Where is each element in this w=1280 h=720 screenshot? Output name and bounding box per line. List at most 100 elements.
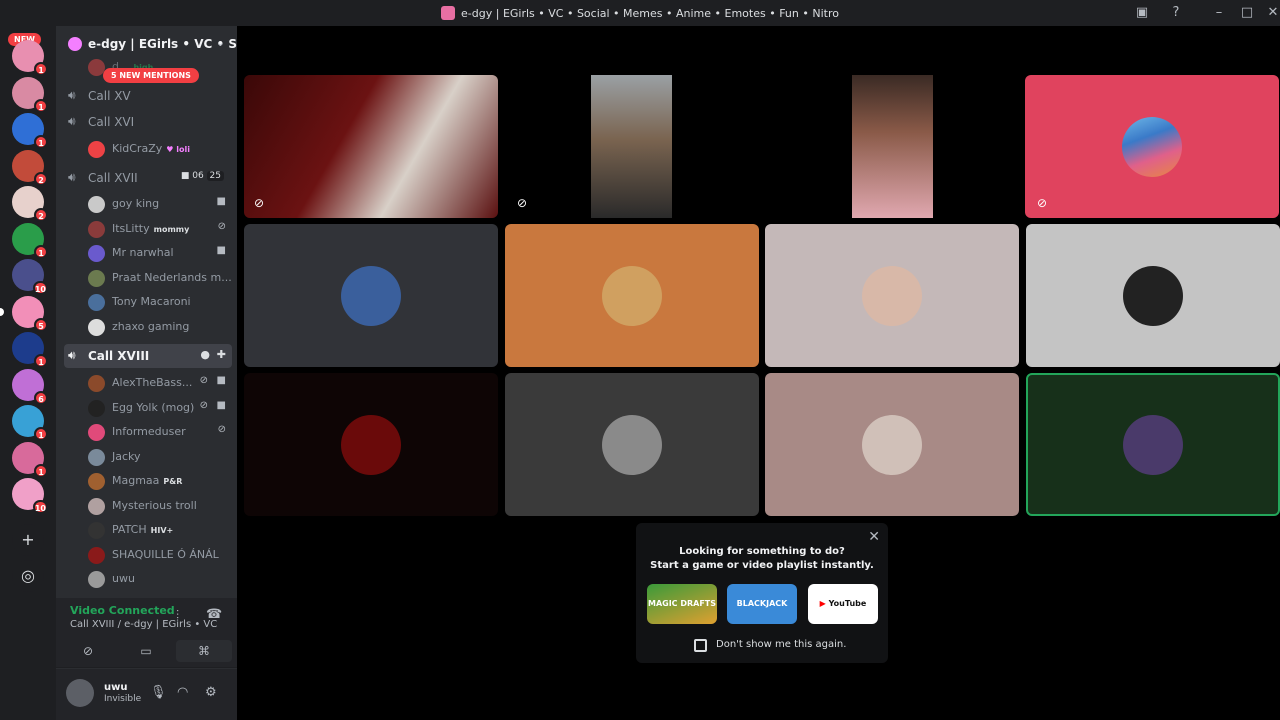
video-icon: ■ (216, 196, 226, 207)
camera-off-icon[interactable]: ⊘ (60, 640, 116, 662)
activity-heading: Looking for something to do? (679, 546, 845, 557)
role-tag: HIV+ (150, 526, 174, 535)
server-icon[interactable]: 1 (12, 222, 48, 259)
channel-occupancy: ■ 06 25 (181, 171, 224, 181)
voice-user[interactable]: zhaxo gaming (86, 316, 232, 338)
avatar (88, 318, 105, 336)
channel-call-xviii[interactable]: 🔊︎ Call XVIII ● ✚ (64, 344, 232, 368)
channel-call-xvii[interactable]: 🔊︎ Call XVII ■ 06 25 (64, 166, 232, 190)
voice-user-name: Magmaa (112, 474, 160, 487)
avatar (88, 473, 105, 490)
voice-user[interactable]: PATCH HIV+ (86, 519, 232, 541)
voice-user[interactable]: AlexTheBass... ⊘ ■ (86, 372, 232, 394)
voice-user[interactable]: SHAQUILLE Ó ÁNÁL (86, 544, 232, 566)
avatar (862, 414, 922, 475)
avatar[interactable] (66, 679, 94, 707)
voice-user-name: Praat Nederlands m... (112, 270, 232, 284)
server-icon[interactable]: 5 (12, 295, 48, 332)
dont-show-checkbox[interactable] (694, 639, 707, 652)
server-icon[interactable]: 6 (12, 368, 48, 405)
server-icon[interactable]: 2 (12, 186, 48, 222)
voice-user[interactable]: Tony Macaroni (86, 291, 232, 313)
voice-user[interactable]: Praat Nederlands m... (86, 267, 232, 289)
voice-user-name: Tony Macaroni (112, 295, 191, 308)
activity-card-blackjack[interactable]: BLACKJACK (727, 584, 797, 624)
minimize-icon[interactable]: – (1211, 5, 1227, 21)
noise-icon[interactable]: ⫶ (176, 608, 179, 623)
mic-muted-icon: ⊘ (254, 196, 265, 210)
voice-status[interactable]: Video Connected (70, 604, 175, 617)
server-icon[interactable]: 10 (12, 478, 48, 514)
server-icon[interactable]: 1 (12, 40, 48, 76)
disconnect-icon[interactable]: ☎ (206, 607, 222, 622)
voice-user[interactable]: Egg Yolk (mog) ⊘ ■ (86, 397, 232, 419)
participant-tile[interactable] (244, 373, 498, 516)
voice-user[interactable]: goy king ■ (86, 193, 232, 215)
inbox-icon[interactable]: ▣ (1134, 5, 1150, 21)
voice-user[interactable]: ItsLitty mommy ⊘ (86, 218, 232, 240)
chevron-down-icon[interactable]: ⌄ (216, 36, 225, 49)
video-icon: ■ (216, 375, 226, 386)
compass-icon[interactable]: ◎ (12, 560, 44, 592)
close-icon[interactable]: ✕ (868, 529, 880, 545)
participant-tile[interactable] (1025, 224, 1280, 367)
participant-tile[interactable] (765, 373, 1019, 516)
server-icon[interactable]: 1 (12, 405, 48, 441)
help-icon[interactable]: ? (1168, 5, 1184, 21)
mention-badge: 2 (34, 171, 48, 186)
mic-muted-icon: ⊘ (217, 220, 226, 232)
channel-call-xv[interactable]: 🔊︎ Call XV (64, 84, 232, 108)
video-tile[interactable]: ⊘ (505, 75, 759, 218)
maximize-icon[interactable]: □ (1239, 5, 1255, 21)
participant-tile[interactable] (244, 224, 498, 367)
channel-call-xvi[interactable]: 🔊︎ Call XVI (64, 110, 232, 134)
avatar (88, 269, 105, 287)
voice-user[interactable]: Jacky (86, 446, 232, 468)
title-bar: e-dgy | EGirls • VC • Social • Memes • A… (0, 0, 1280, 26)
avatar (88, 571, 105, 588)
mention-badge: 1 (34, 135, 48, 149)
server-icon[interactable]: 1 (12, 113, 48, 149)
activity-icon[interactable]: ⌘ (176, 640, 232, 662)
participant-tile[interactable] (504, 373, 759, 516)
plus-icon[interactable]: + (12, 524, 44, 556)
server-icon[interactable]: 1 (12, 441, 48, 478)
server-icon[interactable]: 10 (12, 259, 48, 295)
activity-card-youtube[interactable]: ▶ YouTube (808, 584, 878, 624)
voice-user[interactable]: Mysterious troll (86, 495, 232, 517)
speaker-icon: 🔊︎ (68, 348, 76, 362)
voice-user[interactable]: Informeduser ⊘ (86, 421, 232, 443)
voice-user[interactable]: uwu (86, 568, 232, 590)
avatar (88, 546, 105, 564)
participant-tile[interactable] (765, 224, 1019, 367)
video-tile[interactable] (765, 75, 1019, 218)
video-feed (244, 75, 498, 218)
gear-icon[interactable]: ⚙ (205, 685, 217, 700)
server-icon[interactable]: 1 (12, 76, 48, 113)
participant-tile[interactable] (504, 224, 759, 367)
server-icon[interactable]: 1 (12, 332, 48, 368)
voice-user-name: Jacky (112, 449, 141, 463)
mic-icon[interactable]: 🎙︎ (150, 685, 167, 700)
voice-user[interactable]: Mr narwhal ■ (86, 242, 232, 264)
activity-card-magic-drafts[interactable]: MAGIC DRAFTS (647, 584, 717, 624)
avatar (88, 196, 105, 213)
server-icon[interactable]: 2 (12, 149, 48, 186)
voice-location[interactable]: Call XVIII / e-dgy | EGirls • VC • ... (70, 619, 220, 630)
headphones-icon[interactable]: ◠ (177, 685, 188, 700)
mention-badge: 2 (34, 208, 48, 222)
mention-badge: 1 (34, 244, 48, 259)
participant-tile[interactable] (1025, 373, 1280, 516)
chat-icon[interactable]: ● (200, 348, 210, 361)
video-tile[interactable]: ⊘ (244, 75, 498, 218)
new-mentions-badge[interactable]: 5 NEW MENTIONS (103, 68, 199, 83)
avatar (1122, 414, 1183, 475)
voice-user[interactable]: Magmaa P&R (86, 470, 232, 492)
video-feed (591, 75, 672, 218)
close-icon[interactable]: ✕ (1265, 5, 1280, 21)
add-member-icon[interactable]: ✚ (217, 348, 226, 361)
screen-share-icon[interactable]: ▭ (118, 640, 174, 662)
video-tile[interactable]: ⊘ (1025, 75, 1279, 218)
avatar (862, 265, 922, 326)
voice-user[interactable]: KidCraZy ♥ loli (86, 138, 232, 160)
